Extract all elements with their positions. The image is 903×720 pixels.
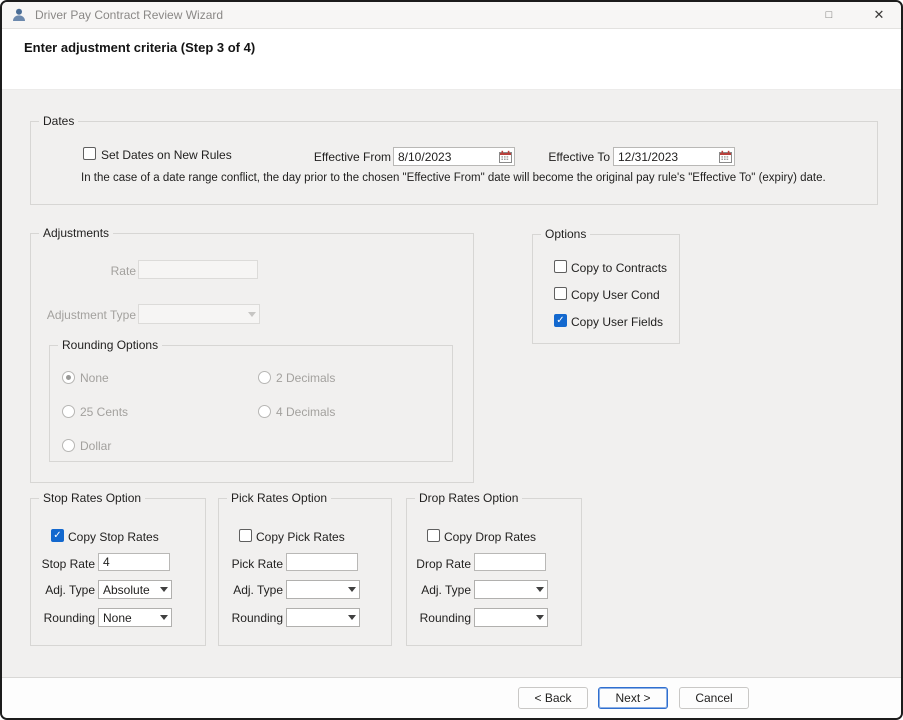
rate-input bbox=[138, 260, 258, 279]
wizard-window: Driver Pay Contract Review Wizard □ ✕ En… bbox=[0, 0, 903, 720]
set-dates-checkbox[interactable] bbox=[83, 147, 96, 160]
drop-adj-type-select[interactable] bbox=[474, 580, 548, 599]
drop-adj-type-label: Adj. Type bbox=[407, 583, 471, 597]
stop-adj-type-value: Absolute bbox=[99, 583, 156, 597]
copy-user-fields-label: Copy User Fields bbox=[571, 315, 663, 329]
maximize-icon: □ bbox=[826, 9, 833, 21]
rounding-none-label: None bbox=[80, 371, 109, 385]
chevron-down-icon bbox=[156, 581, 171, 598]
set-dates-label: Set Dates on New Rules bbox=[101, 148, 232, 162]
stop-rates-legend: Stop Rates Option bbox=[39, 491, 145, 506]
close-button[interactable]: ✕ bbox=[861, 2, 897, 28]
calendar-icon[interactable] bbox=[717, 148, 734, 165]
rounding-dollar-label: Dollar bbox=[80, 439, 111, 453]
pick-adj-type-label: Adj. Type bbox=[219, 583, 283, 597]
stop-rate-input[interactable] bbox=[98, 553, 170, 571]
window-title: Driver Pay Contract Review Wizard bbox=[35, 8, 223, 22]
stop-rounding-value: None bbox=[99, 611, 156, 625]
copy-to-contracts-label: Copy to Contracts bbox=[571, 261, 667, 275]
effective-to-field bbox=[613, 147, 735, 166]
rounding-2-decimals-label: 2 Decimals bbox=[276, 371, 335, 385]
rounding-options-legend: Rounding Options bbox=[58, 338, 162, 353]
options-legend: Options bbox=[541, 227, 590, 242]
drop-rounding-select[interactable] bbox=[474, 608, 548, 627]
drop-rate-label: Drop Rate bbox=[407, 557, 471, 571]
check-icon: ✓ bbox=[53, 531, 61, 541]
pick-rate-input[interactable] bbox=[286, 553, 358, 571]
rounding-25-cents-radio bbox=[62, 405, 75, 418]
copy-user-fields-checkbox[interactable]: ✓ bbox=[554, 314, 567, 327]
rounding-none-radio bbox=[62, 371, 75, 384]
chevron-down-icon bbox=[344, 581, 359, 598]
chevron-down-icon bbox=[532, 581, 547, 598]
chevron-down-icon bbox=[532, 609, 547, 626]
titlebar: Driver Pay Contract Review Wizard □ ✕ bbox=[2, 2, 901, 29]
rounding-2-decimals-radio bbox=[258, 371, 271, 384]
rounding-options-groupbox: Rounding Options None 2 Decimals 25 Cent… bbox=[49, 345, 453, 462]
copy-user-cond-checkbox[interactable] bbox=[554, 287, 567, 300]
effective-from-label: Effective From bbox=[281, 150, 391, 164]
rate-label: Rate bbox=[41, 264, 136, 278]
stop-rates-groupbox: Stop Rates Option ✓ Copy Stop Rates Stop… bbox=[30, 498, 206, 646]
effective-to-input[interactable] bbox=[614, 150, 717, 164]
adjustment-type-select bbox=[138, 304, 260, 324]
effective-from-input[interactable] bbox=[394, 150, 497, 164]
copy-drop-rates-label: Copy Drop Rates bbox=[444, 530, 536, 544]
rounding-4-decimals-radio bbox=[258, 405, 271, 418]
copy-stop-rates-label: Copy Stop Rates bbox=[68, 530, 159, 544]
rounding-4-decimals-label: 4 Decimals bbox=[276, 405, 335, 419]
maximize-button[interactable]: □ bbox=[811, 2, 847, 28]
stop-rounding-label: Rounding bbox=[31, 611, 95, 625]
drop-rate-input[interactable] bbox=[474, 553, 546, 571]
check-icon: ✓ bbox=[556, 316, 564, 326]
copy-user-cond-label: Copy User Cond bbox=[571, 288, 660, 302]
cancel-button[interactable]: Cancel bbox=[679, 687, 749, 709]
dates-groupbox: Dates Set Dates on New Rules Effective F… bbox=[30, 121, 878, 205]
close-icon: ✕ bbox=[874, 7, 885, 23]
wizard-footer: < Back Next > Cancel bbox=[2, 677, 901, 718]
chevron-down-icon bbox=[244, 305, 259, 323]
drop-rates-legend: Drop Rates Option bbox=[415, 491, 522, 506]
next-button[interactable]: Next > bbox=[598, 687, 668, 709]
rounding-dollar-radio bbox=[62, 439, 75, 452]
adjustment-type-label: Adjustment Type bbox=[36, 308, 136, 322]
chevron-down-icon bbox=[344, 609, 359, 626]
effective-to-label: Effective To bbox=[500, 150, 610, 164]
pick-rounding-label: Rounding bbox=[219, 611, 283, 625]
app-icon bbox=[11, 7, 27, 23]
page-title: Enter adjustment criteria (Step 3 of 4) bbox=[24, 40, 255, 55]
stop-adj-type-select[interactable]: Absolute bbox=[98, 580, 172, 599]
adjustments-groupbox: Adjustments Rate Adjustment Type Roundin… bbox=[30, 233, 474, 483]
copy-stop-rates-checkbox[interactable]: ✓ bbox=[51, 529, 64, 542]
stop-adj-type-label: Adj. Type bbox=[31, 583, 95, 597]
wizard-step-header: Enter adjustment criteria (Step 3 of 4) bbox=[2, 29, 901, 90]
pick-rate-label: Pick Rate bbox=[219, 557, 283, 571]
options-groupbox: Options Copy to Contracts Copy User Cond… bbox=[532, 234, 680, 344]
effective-from-field bbox=[393, 147, 515, 166]
copy-to-contracts-checkbox[interactable] bbox=[554, 260, 567, 273]
stop-rounding-select[interactable]: None bbox=[98, 608, 172, 627]
rounding-25-cents-label: 25 Cents bbox=[80, 405, 128, 419]
copy-drop-rates-checkbox[interactable] bbox=[427, 529, 440, 542]
drop-rounding-label: Rounding bbox=[407, 611, 471, 625]
adjustments-legend: Adjustments bbox=[39, 226, 113, 241]
pick-rounding-select[interactable] bbox=[286, 608, 360, 627]
pick-adj-type-select[interactable] bbox=[286, 580, 360, 599]
pick-rates-groupbox: Pick Rates Option Copy Pick Rates Pick R… bbox=[218, 498, 392, 646]
copy-pick-rates-checkbox[interactable] bbox=[239, 529, 252, 542]
stop-rate-label: Stop Rate bbox=[31, 557, 95, 571]
copy-pick-rates-label: Copy Pick Rates bbox=[256, 530, 345, 544]
drop-rates-groupbox: Drop Rates Option Copy Drop Rates Drop R… bbox=[406, 498, 582, 646]
chevron-down-icon bbox=[156, 609, 171, 626]
dates-legend: Dates bbox=[39, 114, 78, 129]
pick-rates-legend: Pick Rates Option bbox=[227, 491, 331, 506]
back-button[interactable]: < Back bbox=[518, 687, 588, 709]
date-conflict-note: In the case of a date range conflict, th… bbox=[81, 172, 826, 184]
